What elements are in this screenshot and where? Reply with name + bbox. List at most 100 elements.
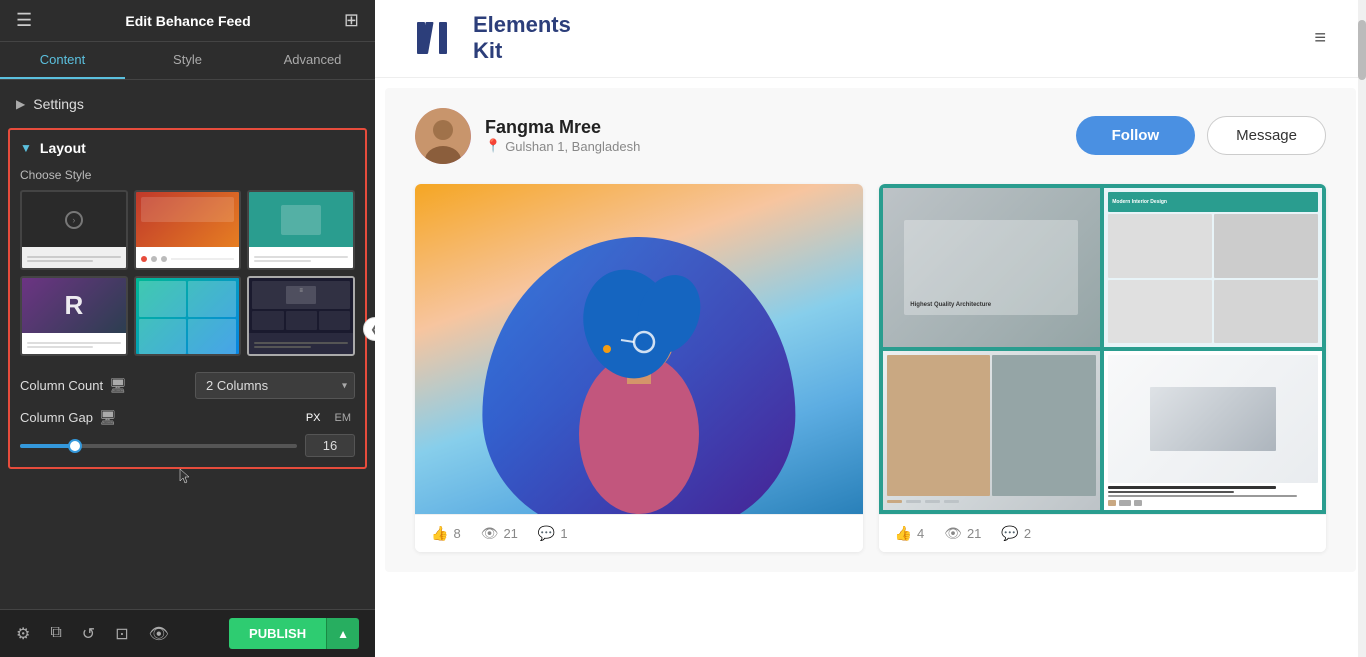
site-header: Elements Kit ≡ [375,0,1366,78]
eye-footer-icon[interactable]: 👁 [149,624,169,644]
style-grid: › [20,190,355,356]
column-gap-row: Column Gap 🖥 PX EM [20,409,355,426]
style-card-3[interactable] [247,190,355,270]
settings-arrow-icon: ▶ [16,97,25,111]
card6-line1 [254,342,348,344]
avatar-svg [415,108,471,164]
settings-label: Settings [33,96,84,112]
location-text: Gulshan 1, Bangladesh [505,139,640,154]
likes-count-2: 4 [917,526,924,541]
comment-icon-2: 💬 [1001,525,1018,542]
column-count-row: Column Count 🖥 1 Column 2 Columns 3 Colu… [20,372,355,399]
column-gap-label: Column Gap 🖥 [20,409,302,426]
style-card-5[interactable] [134,276,242,356]
card6-left [252,311,283,330]
column-count-text: Column Count [20,378,103,393]
card1-line2 [27,260,93,262]
tab-style[interactable]: Style [125,42,250,79]
feed-grid: 👍 8 👁 21 💬 1 [415,184,1326,552]
em-button[interactable]: EM [331,410,356,426]
gap-value-input[interactable]: 16 [305,434,355,457]
avatar [415,108,471,164]
scrollbar-thumb[interactable] [1358,20,1366,80]
settings-footer-icon[interactable]: ⚙ [16,624,30,644]
feed-item-2: Highest Quality Architecture Modern Inte… [879,184,1327,552]
right-scrollbar[interactable] [1358,0,1366,657]
responsive-footer-icon[interactable]: ⊡ [115,624,128,644]
panel-title: Edit Behance Feed [125,13,250,29]
card1-circle-icon: › [65,211,83,229]
px-em-toggle: PX EM [302,410,355,426]
feed-image-1 [415,184,863,514]
hamburger-icon[interactable]: ☰ [16,10,32,31]
comments-stat-1: 💬 1 [538,525,568,542]
card2-dot1 [141,256,147,262]
feed-stats-1: 👍 8 👁 21 💬 1 [415,514,863,552]
card5-q2 [188,281,236,317]
layout-header[interactable]: ▼ Layout [20,140,355,156]
card4-letter: R [64,290,83,321]
views-count-1: 21 [503,526,517,541]
card3-img [281,205,321,235]
card6-right [286,311,317,330]
img-bl [883,351,1101,510]
logo-area: Elements Kit [415,12,571,65]
style-card-4[interactable]: R [20,276,128,356]
message-button[interactable]: Message [1207,116,1326,155]
layers-footer-icon[interactable]: ⧉ [50,624,61,644]
px-button[interactable]: PX [302,410,325,426]
profile-info: Fangma Mree 📍 Gulshan 1, Bangladesh [485,117,1062,154]
card2-img [141,197,235,222]
panel-tabs: Content Style Advanced [0,42,375,80]
card3-line2 [254,260,310,262]
grid-icon[interactable]: ⊞ [344,10,359,31]
profile-name: Fangma Mree [485,117,1062,138]
tab-content[interactable]: Content [0,42,125,79]
publish-arrow-button[interactable]: ▲ [326,618,359,649]
feed-image-2: Highest Quality Architecture Modern Inte… [879,184,1327,514]
card1-line1 [27,256,121,258]
layout-title: Layout [40,140,86,156]
card5-q1 [139,281,187,317]
publish-group: PUBLISH ▲ [229,618,359,649]
likes-count-1: 8 [453,526,460,541]
choose-style-label: Choose Style [20,168,355,182]
img-br [1104,351,1322,510]
follow-button[interactable]: Follow [1076,116,1196,155]
column-count-select[interactable]: 1 Column 2 Columns 3 Columns 4 Columns [195,372,355,399]
card2-dot2 [151,256,157,262]
style-card-1[interactable]: › [20,190,128,270]
column-gap-monitor-icon: 🖥 [99,409,117,426]
footer-icons: ⚙ ⧉ ↺ ⊡ 👁 [16,624,169,644]
likes-stat-1: 👍 8 [431,525,461,542]
img-tl: Highest Quality Architecture [883,188,1101,348]
card6-inner: ≡ [286,286,316,304]
logo-line2: Kit [473,38,502,63]
logo-text: Elements Kit [473,12,571,65]
style-card-6[interactable]: ≡ [247,276,355,356]
img-tr: Modern Interior Design [1104,188,1322,348]
cursor-icon [178,467,192,485]
tab-advanced[interactable]: Advanced [250,42,375,79]
history-footer-icon[interactable]: ↺ [82,624,95,644]
settings-row[interactable]: ▶ Settings [0,88,375,120]
profile-section: Fangma Mree 📍 Gulshan 1, Bangladesh Foll… [415,108,1326,164]
eye-icon-2: 👁 [944,525,962,542]
nav-hamburger-icon[interactable]: ≡ [1314,27,1326,50]
feed-stats-2: 👍 4 👁 21 💬 2 [879,514,1327,552]
card4-line2 [27,346,93,348]
card4-line1 [27,342,121,344]
publish-button[interactable]: PUBLISH [229,618,326,649]
card3-line1 [254,256,348,258]
like-icon-1: 👍 [431,525,448,542]
style-card-2[interactable] [134,190,242,270]
monitor-icon: 🖥 [109,377,127,394]
likes-stat-2: 👍 4 [895,525,925,542]
feed-item-1: 👍 8 👁 21 💬 1 [415,184,863,552]
location-pin-icon: 📍 [485,138,501,154]
comments-stat-2: 💬 2 [1001,525,1031,542]
panel-header: ☰ Edit Behance Feed ⊞ [0,0,375,42]
panel-body: ▶ Settings ▼ Layout Choose Style › [0,80,375,609]
behance-feed: Fangma Mree 📍 Gulshan 1, Bangladesh Foll… [385,88,1356,572]
layout-section: ▼ Layout Choose Style › [8,128,367,469]
